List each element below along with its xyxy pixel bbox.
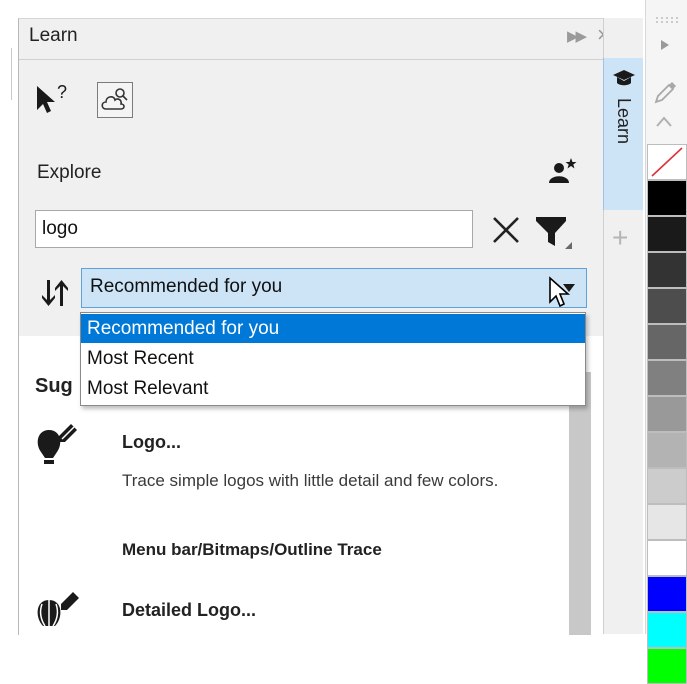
swatch-no-color[interactable] [647,144,687,180]
sort-option-recommended[interactable]: Recommended for you [81,314,585,343]
docker-title: Learn [29,25,78,46]
color-swatch[interactable] [647,504,687,540]
docker-titlebar[interactable]: Learn ▶▶ × [19,19,610,60]
sort-option-most-relevant[interactable]: Most Relevant [81,374,585,403]
grip-icon[interactable] [654,16,680,24]
color-swatch[interactable] [647,216,687,252]
color-swatch[interactable] [647,540,687,576]
search-input[interactable] [35,210,473,248]
sort-selected-value: Recommended for you [90,276,283,297]
scrollbar[interactable] [569,372,591,635]
color-swatch[interactable] [647,360,687,396]
eyedropper-icon[interactable] [652,80,678,106]
color-swatch[interactable] [647,576,687,612]
sort-dropdown-list: Recommended for you Most Recent Most Rel… [80,312,586,406]
color-swatch[interactable] [647,432,687,468]
color-swatch[interactable] [647,648,687,684]
user-star-icon[interactable] [547,156,577,186]
sort-select[interactable]: Recommended for you [81,268,587,308]
color-swatch[interactable] [647,468,687,504]
cloud-search-button[interactable] [97,82,133,118]
chevron-right-icon[interactable] [658,38,672,52]
cloud-search-icon [101,88,128,110]
graduation-cap-icon [613,70,635,86]
color-swatch[interactable] [647,324,687,360]
suggestions-heading: Sug [35,375,73,397]
logo-item-title[interactable]: Logo... [122,432,181,453]
logo-item-menu-path: Menu bar/Bitmaps/Outline Trace [122,540,382,559]
color-swatch[interactable] [647,288,687,324]
whats-this-pointer-icon[interactable]: ? [33,80,73,116]
trace-detailed-logo-icon [37,592,79,627]
logo-item-description: Trace simple logos with little detail an… [122,471,499,490]
sort-option-most-recent[interactable]: Most Recent [81,344,585,373]
trace-logo-icon [37,424,77,464]
tab-learn-label: Learn [614,98,634,145]
divider [11,48,12,100]
color-swatch[interactable] [647,252,687,288]
detailed-logo-item-title[interactable]: Detailed Logo... [122,600,256,621]
chevron-up-icon[interactable] [654,114,674,130]
color-swatch[interactable] [647,180,687,216]
double-chevron-right-icon[interactable]: ▶▶ [567,27,587,45]
explore-label: Explore [37,162,102,183]
filter-icon[interactable] [533,213,573,251]
learn-controls: ? Explore Recomme [19,60,604,336]
close-icon[interactable] [489,213,523,247]
sort-updown-icon[interactable] [39,278,69,308]
color-swatch[interactable] [647,612,687,648]
plus-icon[interactable]: + [612,222,628,254]
color-swatch[interactable] [647,396,687,432]
svg-text:?: ? [57,82,67,102]
mouse-cursor-icon [549,276,571,308]
tab-learn[interactable]: Learn [603,58,643,210]
workspace-edge [0,0,18,634]
